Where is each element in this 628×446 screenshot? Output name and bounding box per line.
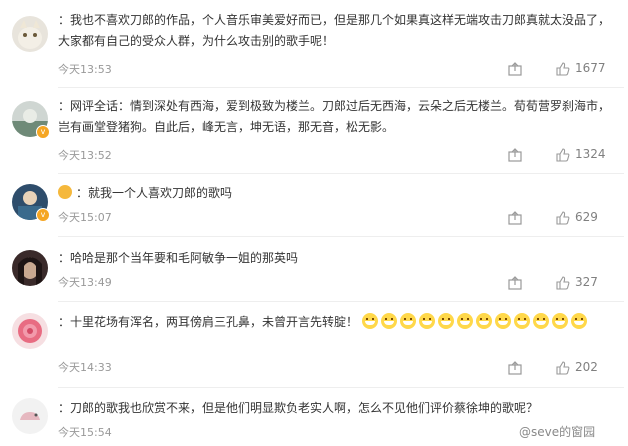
like-count: 1324	[575, 147, 606, 161]
comment-time: 今天15:07	[58, 211, 112, 224]
share-icon[interactable]	[508, 276, 522, 290]
thumbs-up-icon[interactable]	[556, 211, 570, 225]
grin-emoji-icon	[437, 313, 454, 329]
verified-badge-icon: v	[36, 125, 50, 139]
comment-time: 今天13:52	[58, 149, 112, 162]
verified-badge-icon: v	[36, 208, 50, 222]
grin-emoji-icon	[380, 313, 397, 329]
comment-text: ：网评全话：情到深处有西海，爱到极致为楼兰。刀郎过后无西海，云朵之后无楼兰。荀荀…	[58, 96, 614, 138]
avatar[interactable]	[12, 16, 48, 52]
comment-body: 哈哈是那个当年要和毛阿敏争一姐的那英吗	[70, 251, 299, 265]
comment-text: ：十里花场有浑名，两耳傍肩三孔鼻，未曾开言先转腚！	[58, 312, 614, 333]
grin-emoji-icon	[456, 313, 473, 329]
share-icon[interactable]	[508, 62, 522, 76]
like-count: 202	[575, 360, 598, 374]
grin-emoji-icon	[475, 313, 492, 329]
comment-text: ：刀郎的歌我也欣赏不来，但是他们明显欺负老实人啊，怎么不见他们评价蔡徐坤的歌呢？	[58, 398, 614, 419]
separator: ：	[76, 186, 89, 200]
separator: ：	[58, 13, 71, 27]
like-count: 629	[575, 210, 598, 224]
comment-body: 十里花场有浑名，两耳傍肩三孔鼻，未曾开言先转腚！	[70, 315, 359, 329]
separator: ：	[58, 251, 71, 265]
comment-body: 刀郎的歌我也欣赏不来，但是他们明显欺负老实人啊，怎么不见他们评价蔡徐坤的歌呢？	[70, 401, 539, 415]
avatar[interactable]	[12, 313, 48, 349]
grin-emoji-icon	[551, 313, 568, 329]
comment-text: ：就我一个人喜欢刀郎的歌吗	[58, 183, 614, 204]
comment-time: 今天15:54	[58, 426, 112, 439]
grin-emoji-icon	[570, 313, 587, 329]
divider	[58, 87, 624, 88]
comment-body: 网评全话：情到深处有西海，爱到极致为楼兰。刀郎过后无西海，云朵之后无楼兰。荀荀营…	[58, 99, 611, 134]
grin-emoji-icon	[532, 313, 549, 329]
thumbs-up-icon[interactable]	[556, 361, 570, 375]
share-icon[interactable]	[508, 211, 522, 225]
avatar[interactable]	[12, 250, 48, 286]
comment-time: 今天13:49	[58, 276, 112, 289]
grin-emoji-icon	[513, 313, 530, 329]
like-count: 1677	[575, 61, 606, 75]
grin-emoji-icon	[418, 313, 435, 329]
watermark: @seve的窗园	[519, 425, 596, 439]
comment-text: ：哈哈是那个当年要和毛阿敏争一姐的那英吗	[58, 248, 614, 269]
comment-body: 就我一个人喜欢刀郎的歌吗	[88, 186, 233, 200]
divider	[58, 301, 624, 302]
comment-time: 今天14:33	[58, 361, 112, 374]
like-count: 327	[575, 275, 598, 289]
grin-emoji-icon	[361, 313, 378, 329]
divider	[58, 236, 624, 237]
grin-emoji-icon	[58, 185, 72, 199]
share-icon[interactable]	[508, 361, 522, 375]
thumbs-up-icon[interactable]	[556, 62, 570, 76]
thumbs-up-icon[interactable]	[556, 276, 570, 290]
divider	[58, 387, 624, 388]
comment-text: ：我也不喜欢刀郎的作品，个人音乐审美爱好而已，但是那几个如果真这样无端攻击刀郎真…	[58, 10, 614, 52]
avatar[interactable]	[12, 398, 48, 434]
comment-body: 我也不喜欢刀郎的作品，个人音乐审美爱好而已，但是那几个如果真这样无端攻击刀郎真就…	[58, 13, 611, 48]
share-icon[interactable]	[508, 148, 522, 162]
separator: ：	[58, 315, 71, 329]
thumbs-up-icon[interactable]	[556, 148, 570, 162]
divider	[58, 173, 624, 174]
comment-time: 今天13:53	[58, 63, 112, 76]
separator: ：	[58, 99, 71, 113]
separator: ：	[58, 401, 71, 415]
grin-emoji-icon	[494, 313, 511, 329]
grin-emoji-icon	[399, 313, 416, 329]
